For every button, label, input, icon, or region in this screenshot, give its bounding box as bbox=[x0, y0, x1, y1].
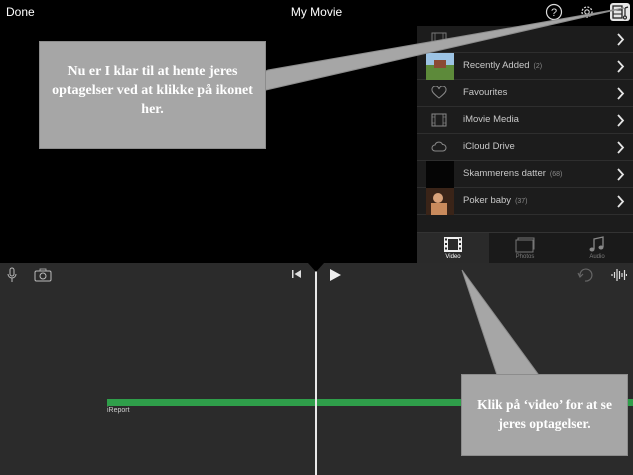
playhead[interactable] bbox=[315, 263, 317, 475]
recently-added-thumbnail bbox=[426, 53, 454, 80]
media-list-item-imovie-media[interactable]: iMovie Media bbox=[417, 107, 633, 134]
cloud-icon bbox=[431, 141, 447, 152]
tab-video[interactable]: Video bbox=[417, 233, 489, 264]
chevron-right-icon bbox=[617, 87, 625, 100]
chevron-right-icon bbox=[617, 141, 625, 154]
settings-button[interactable] bbox=[578, 3, 596, 21]
clip-label: iReport bbox=[107, 407, 130, 414]
chevron-right-icon bbox=[617, 33, 625, 46]
instruction-callout-video-tab: Klik på ‘video’ for at se jeres optagels… bbox=[461, 374, 628, 456]
music-note-icon bbox=[589, 236, 604, 252]
instruction-callout-media-button: Nu er I klar til at hente jeres optagels… bbox=[39, 41, 266, 149]
microphone-icon[interactable] bbox=[6, 267, 18, 283]
photos-icon bbox=[515, 237, 535, 253]
album-thumbnail bbox=[426, 161, 454, 188]
media-list-item-label: Recently Added bbox=[463, 60, 530, 71]
settings-gear-icon bbox=[581, 6, 593, 18]
chevron-right-icon bbox=[617, 60, 625, 73]
media-list-item-label: Skammerens datter bbox=[463, 168, 546, 179]
chevron-right-icon bbox=[617, 168, 625, 181]
play-icon[interactable] bbox=[329, 268, 342, 282]
item-count: (2) bbox=[533, 63, 543, 70]
project-title: My Movie bbox=[290, 5, 343, 19]
film-icon bbox=[431, 113, 447, 127]
media-list-item-icloud-drive[interactable]: iCloud Drive bbox=[417, 134, 633, 161]
chevron-right-icon bbox=[617, 195, 625, 208]
media-list-item-favourites[interactable]: Favourites bbox=[417, 80, 633, 107]
video-film-icon bbox=[444, 237, 462, 252]
media-list-item-label: Poker baby bbox=[463, 195, 512, 206]
skip-back-icon[interactable] bbox=[291, 269, 302, 279]
tab-label: Photos bbox=[515, 254, 535, 260]
undo-icon[interactable] bbox=[577, 268, 593, 282]
chevron-right-icon bbox=[617, 114, 625, 127]
tab-photos[interactable]: Photos bbox=[489, 233, 561, 264]
playhead-marker bbox=[308, 263, 324, 272]
media-library-button[interactable] bbox=[610, 3, 630, 21]
item-count: (37) bbox=[515, 198, 528, 205]
camera-icon[interactable] bbox=[34, 268, 52, 282]
audio-waveform-icon[interactable] bbox=[611, 268, 627, 282]
film-icon bbox=[431, 32, 447, 46]
tab-audio[interactable]: Audio bbox=[561, 233, 633, 264]
media-library-icon bbox=[610, 3, 630, 21]
media-list-item-label: Favourites bbox=[463, 87, 508, 98]
help-button[interactable]: ? bbox=[545, 3, 563, 21]
help-icon: ? bbox=[545, 3, 563, 21]
media-browser-panel: Recently Added (2) Favourites iMovie Medi… bbox=[417, 26, 633, 263]
media-list-item-poker-baby[interactable]: Poker baby (37) bbox=[417, 188, 633, 215]
svg-text:?: ? bbox=[551, 7, 557, 19]
item-count: (68) bbox=[549, 171, 563, 178]
media-list-item-label: iMovie Media bbox=[463, 114, 519, 125]
tab-label: Video bbox=[445, 254, 461, 260]
media-list-item[interactable] bbox=[417, 26, 633, 53]
tab-label: Audio bbox=[589, 254, 605, 260]
media-list-item-recently-added[interactable]: Recently Added (2) bbox=[417, 53, 633, 80]
media-list-item-label: iCloud Drive bbox=[463, 141, 515, 152]
heart-icon bbox=[431, 86, 447, 99]
media-list-item-skammerens-datter[interactable]: Skammerens datter (68) bbox=[417, 161, 633, 188]
album-thumbnail bbox=[426, 188, 454, 215]
media-tab-bar: Video Photos Audio bbox=[417, 232, 633, 264]
